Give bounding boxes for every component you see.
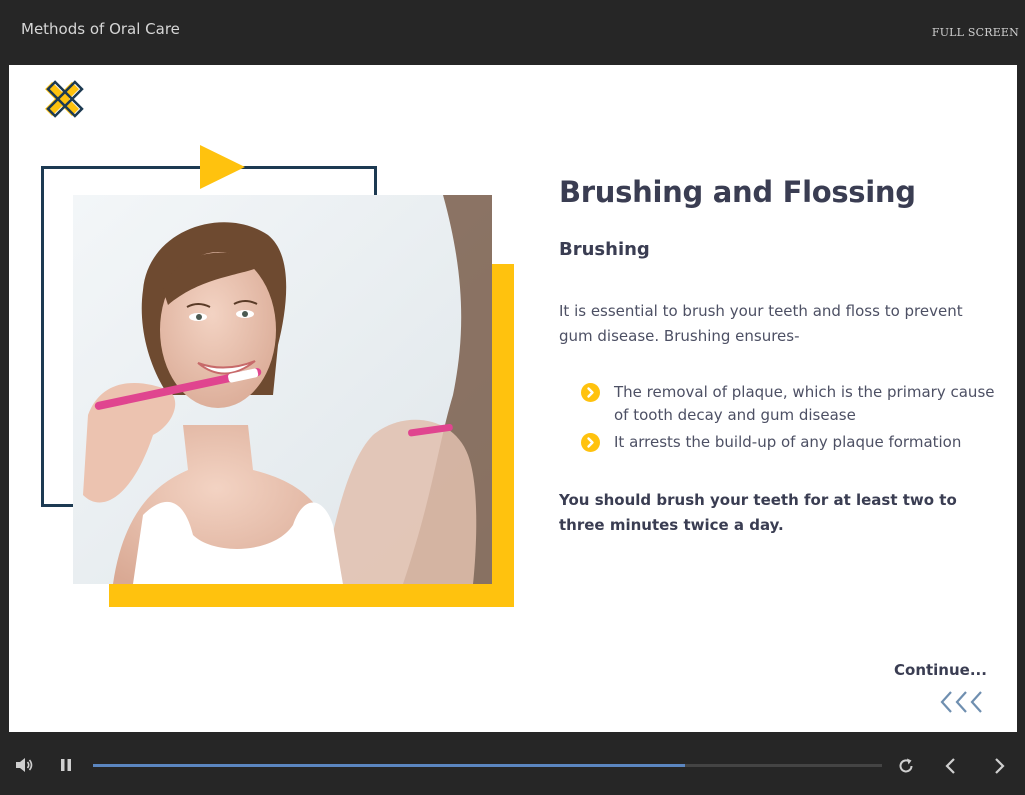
player-controls (0, 732, 1025, 795)
next-slide-icon[interactable] (990, 756, 1008, 776)
emphasis-note: You should brush your teeth for at least… (559, 491, 957, 534)
bullet-text: The removal of plaque, which is the prim… (614, 383, 995, 424)
slide-title: Brushing and Flossing (559, 175, 916, 209)
triple-chevron-left-icon[interactable] (939, 688, 987, 716)
chevron-right-circle-icon (581, 383, 600, 402)
progress-fill (93, 764, 685, 767)
intro-paragraph: It is essential to brush your teeth and … (559, 302, 963, 345)
list-item: It arrests the build-up of any plaque fo… (581, 431, 1001, 454)
volume-icon[interactable] (14, 756, 34, 774)
course-title: Methods of Oral Care (21, 20, 180, 38)
progress-bar[interactable] (93, 764, 882, 767)
fullscreen-button[interactable]: FULL SCREEN (932, 26, 1019, 39)
list-item: The removal of plaque, which is the prim… (581, 381, 1001, 427)
top-bar: Methods of Oral Care FULL SCREEN (0, 0, 1025, 65)
prev-slide-icon[interactable] (942, 756, 960, 776)
play-triangle-icon (200, 145, 245, 189)
photo-woman-brushing-teeth (73, 195, 492, 584)
chevron-right-circle-icon (581, 433, 600, 452)
section-subtitle: Brushing (559, 239, 650, 260)
brand-logo-icon (45, 80, 84, 118)
replay-icon[interactable] (896, 756, 916, 776)
slide-canvas: Brushing and Flossing Brushing It is ess… (9, 65, 1017, 732)
bullet-list: The removal of plaque, which is the prim… (581, 381, 1001, 458)
continue-link[interactable]: Continue... (894, 661, 987, 679)
bullet-text: It arrests the build-up of any plaque fo… (614, 433, 962, 451)
pause-icon[interactable] (58, 756, 74, 774)
